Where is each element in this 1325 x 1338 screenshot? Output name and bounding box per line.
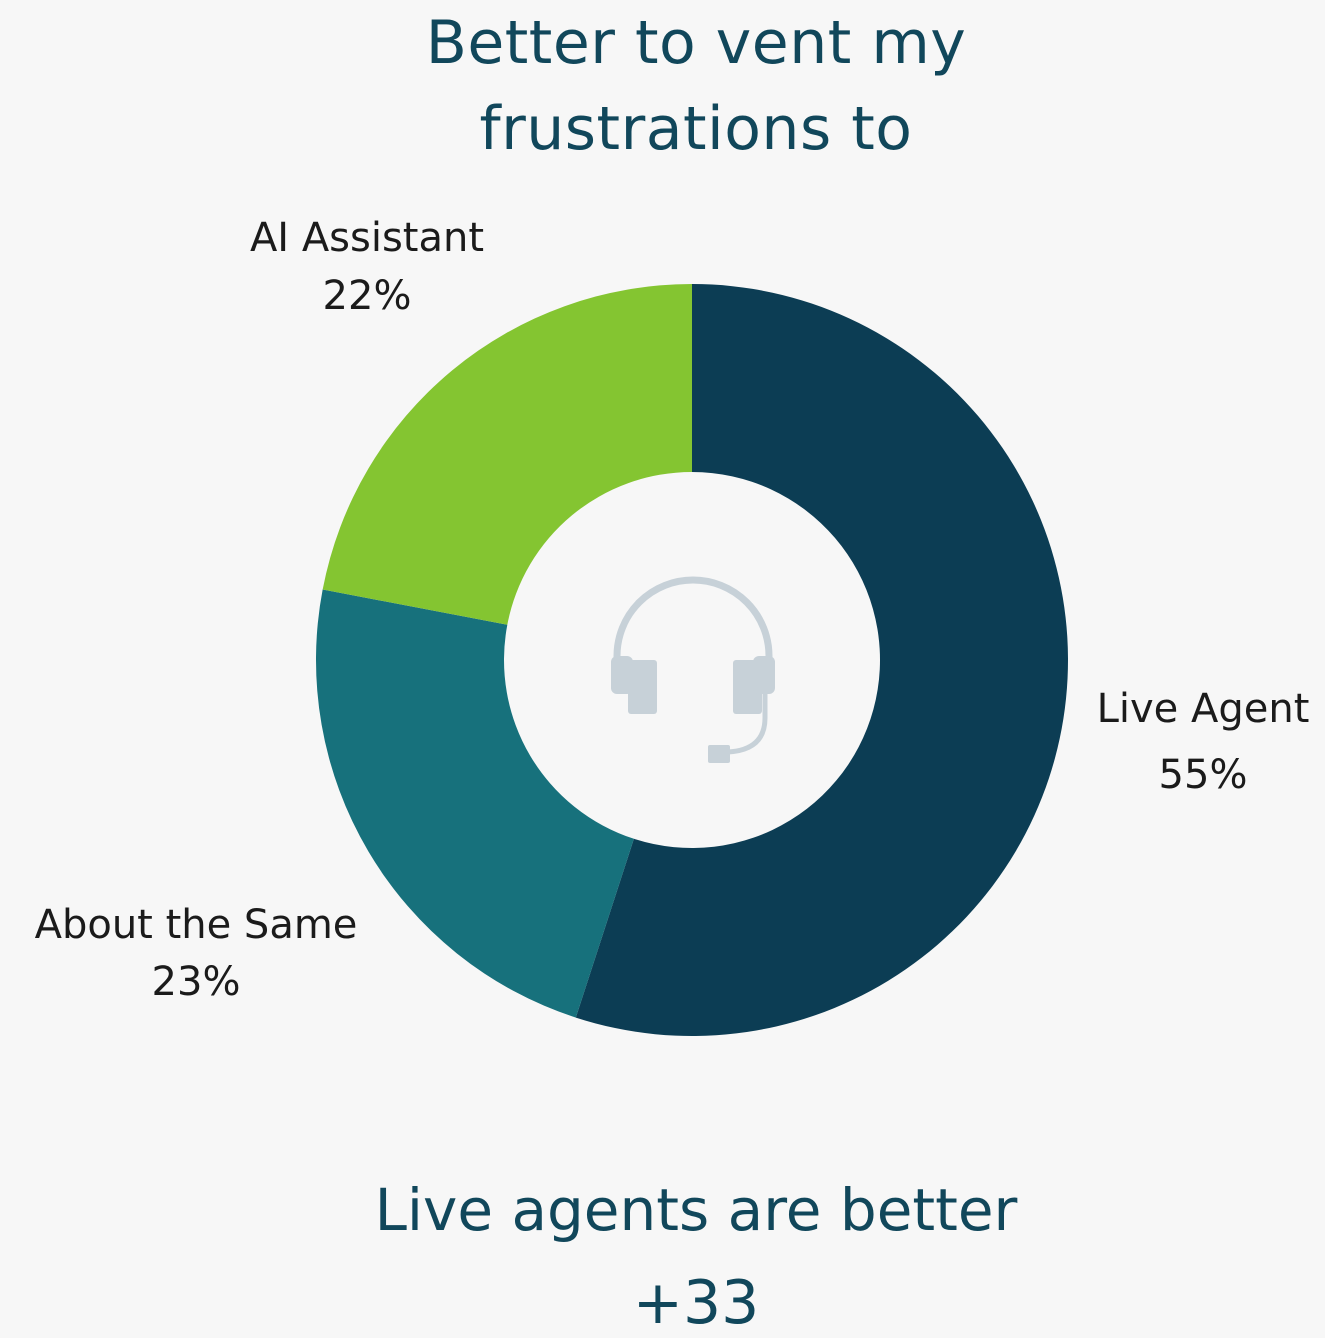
slice-label-live-agent: Live Agent bbox=[1097, 686, 1310, 732]
summary-text: Live agents are better bbox=[374, 1176, 1018, 1244]
slice-label-about-the-same: About the Same bbox=[35, 902, 358, 948]
slice-value-ai-assistant: 22% bbox=[323, 273, 412, 319]
slice-value-live-agent: 55% bbox=[1159, 752, 1248, 798]
slice-label-ai-assistant: AI Assistant bbox=[250, 215, 484, 261]
headset-icon bbox=[611, 576, 775, 763]
slice-ai-assistant bbox=[322, 284, 692, 625]
slice-value-about-the-same: 23% bbox=[152, 959, 241, 1005]
donut-slices bbox=[316, 284, 1069, 1036]
donut-chart: Live Agent 55% About the Same 23% AI Assista… bbox=[35, 215, 1310, 1036]
summary-delta: +33 bbox=[632, 1268, 760, 1338]
slice-about-the-same bbox=[316, 589, 634, 1018]
